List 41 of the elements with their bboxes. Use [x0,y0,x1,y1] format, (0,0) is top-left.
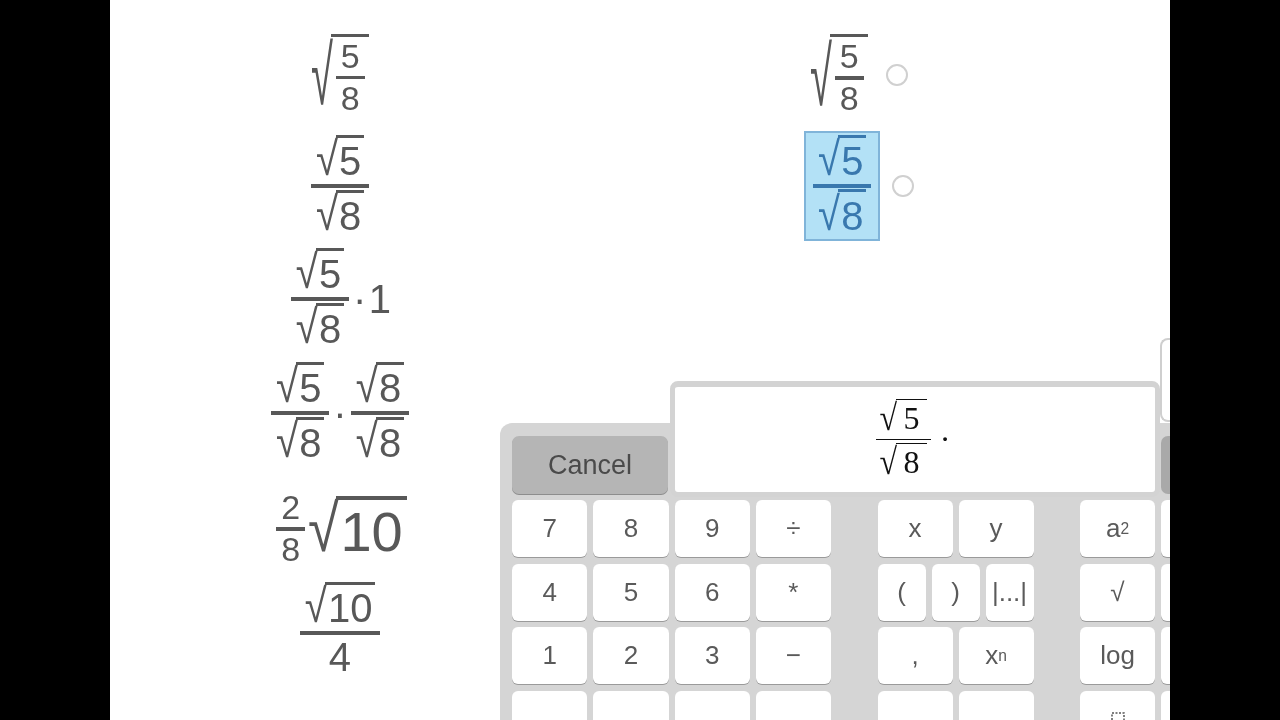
keyboard-key[interactable]: √ [1080,563,1155,621]
keyboard-button[interactable] [1161,436,1170,494]
handwritten-math: √5 √8 [301,131,379,241]
radio-button[interactable] [886,64,909,87]
keyboard-key[interactable]: * [755,563,831,621]
keyboard-key[interactable]: a$^{2}$ [1080,500,1155,557]
keyboard-key[interactable]: 6 [674,563,750,621]
handwritten-math: √10 4 [290,577,390,683]
handwritten-math: √5 √8 ·1 [281,244,399,354]
keyboard-key[interactable] [755,690,831,720]
keyboard-key[interactable]: ( [877,563,926,621]
keyboard-key[interactable]: 3 [674,627,750,684]
radio-button[interactable] [892,174,915,197]
cancel-button[interactable]: Cancel [512,436,668,494]
keyboard-key[interactable]: ) [931,563,980,621]
keyboard-key[interactable] [674,690,750,720]
keyboard-key[interactable]: log [1080,627,1155,684]
keyboard-key[interactable] [1161,500,1170,557]
keyboard-key[interactable] [593,690,669,720]
keyboard-key[interactable] [1161,563,1170,621]
keyboard-key[interactable]: |...| [985,563,1034,621]
handwritten-math: √5 √8 [804,130,881,241]
keyboard-key[interactable] [512,690,588,720]
keyboard-key[interactable]: − [755,627,831,684]
keyboard-key[interactable]: ÷ [755,500,831,557]
keyboard-key[interactable]: 9 [674,500,750,557]
keyboard-key[interactable]: 2 [593,627,669,684]
keyboard-key[interactable]: 5 [593,563,669,621]
keyboard-key[interactable] [1161,690,1170,720]
keyboard-key[interactable]: y [958,500,1034,557]
keyboard-key[interactable]: 4 [512,563,588,621]
keyboard-key[interactable]: x [877,500,953,557]
keyboard-key[interactable]: 7 [512,500,588,557]
keyboard-key[interactable]: 8 [593,500,669,557]
keyboard-key[interactable] [877,690,953,720]
keyboard-key[interactable]: , [877,627,953,684]
keyboard-key[interactable] [1161,627,1170,684]
keyboard-key[interactable] [1080,690,1155,720]
keyboard-key[interactable]: 1 [512,627,588,684]
keyboard-key[interactable] [958,690,1034,720]
handwritten-math: √5 √8 · √8 √8 [262,358,418,468]
